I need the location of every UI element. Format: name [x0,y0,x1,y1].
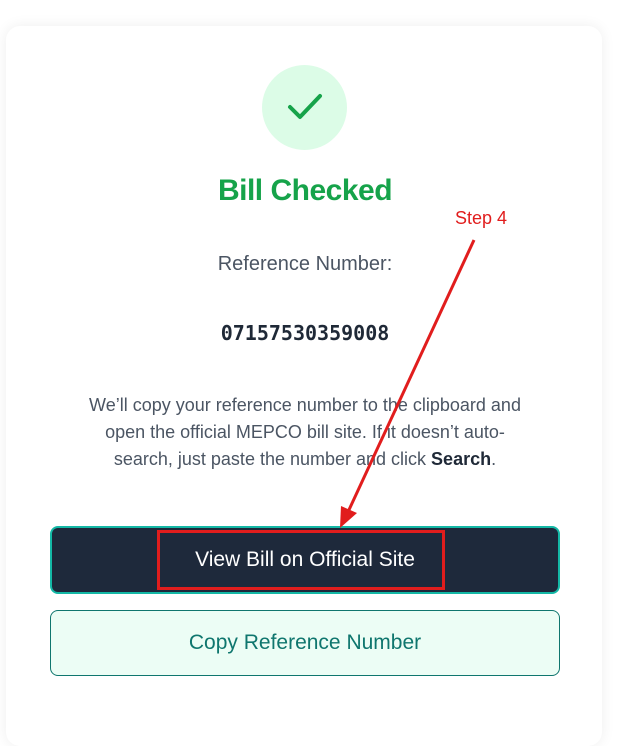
instructions-bold: Search [431,449,492,469]
annotation-highlight-box [157,530,445,590]
reference-label: Reference Number: [217,253,393,275]
reference-number: 07157530359008 [220,321,390,345]
checkmark-icon [288,94,322,119]
annotation-step-label: Step 4 [455,208,508,228]
page-title: Bill Checked [217,174,393,207]
copy-reference-button[interactable]: Copy Reference Number [50,610,560,676]
instructions-end: . [491,449,497,469]
success-badge [262,65,347,150]
instructions-text: We’ll copy your reference number to the … [80,392,530,473]
